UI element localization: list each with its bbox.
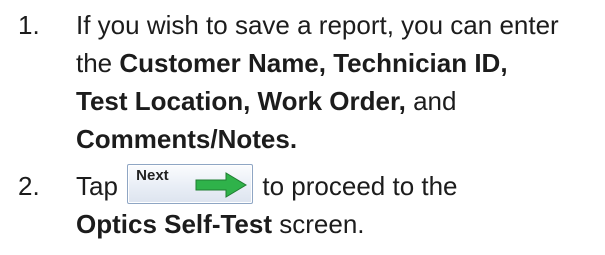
- step-line: Test Location, Work Order, and: [76, 82, 601, 120]
- field-names-emphasis: Test Location, Work Order,: [76, 86, 406, 116]
- step-text: screen.: [272, 209, 365, 239]
- step-body: If you wish to save a report, you can en…: [76, 6, 601, 158]
- step-line: Comments/Notes.: [76, 120, 601, 158]
- step-body: Tap Next to proceed to the Optics Self-T…: [76, 164, 601, 243]
- step-line: Optics Self-Test screen.: [76, 205, 601, 243]
- next-button-label: Next: [136, 167, 169, 184]
- green-right-arrow-icon: [195, 172, 248, 198]
- instruction-document: 1. If you wish to save a report, you can…: [0, 0, 605, 255]
- step-line: Tap Next to proceed to the: [76, 164, 601, 205]
- step-text: the: [76, 48, 120, 78]
- step-number: 1.: [18, 10, 40, 40]
- step-text: and: [405, 86, 457, 116]
- step-text: to proceed to the: [255, 171, 458, 201]
- step-line: the Customer Name, Technician ID,: [76, 44, 601, 82]
- field-names-emphasis: Comments/Notes.: [76, 124, 298, 154]
- next-button[interactable]: Next: [127, 164, 254, 204]
- step-text: Tap: [76, 171, 126, 201]
- step-line: If you wish to save a report, you can en…: [76, 6, 601, 44]
- step-text: If you wish to save a report, you can en…: [76, 10, 559, 40]
- step-number: 2.: [18, 171, 40, 201]
- screen-name-emphasis: Optics Self-Test: [76, 209, 273, 239]
- field-names-emphasis: Customer Name, Technician ID,: [119, 48, 508, 78]
